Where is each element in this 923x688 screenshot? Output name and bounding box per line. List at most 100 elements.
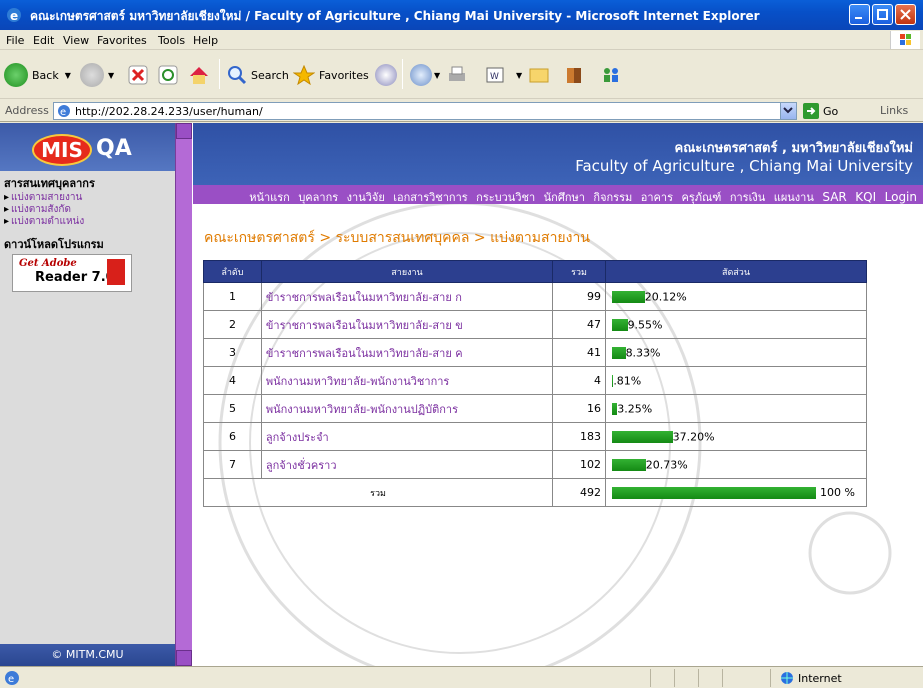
- cell-no: 6: [203, 422, 262, 451]
- favorites-button[interactable]: Favorites: [293, 60, 369, 90]
- security-zone: Internet: [780, 671, 842, 685]
- page-content: MIS QA สารสนเทศบุคลากร แบ่งตามสายงาน แบ่…: [0, 123, 923, 666]
- nav-activities[interactable]: กิจกรรม: [593, 191, 632, 204]
- cell-line-link[interactable]: ข้าราชการพลเรือนในมหาวิทยาลัย-สาย ก: [260, 282, 554, 311]
- cell-count: 16: [552, 394, 606, 423]
- nav-students[interactable]: นักศึกษา: [544, 191, 585, 204]
- col-header-no: ลำดับ: [203, 260, 262, 283]
- history-button[interactable]: [375, 60, 397, 90]
- address-dropdown-button[interactable]: [780, 103, 796, 119]
- nav-finance[interactable]: การเงิน: [730, 191, 765, 204]
- cell-ratio: .81%: [605, 366, 867, 395]
- cell-line-link[interactable]: ข้าราชการพลเรือนในมหาวิทยาลัย-สาย ค: [260, 338, 554, 367]
- ratio-bar: [612, 430, 673, 443]
- nav-documents[interactable]: เอกสารวิชาการ: [393, 191, 467, 204]
- menu-edit[interactable]: Edit: [33, 34, 54, 47]
- svg-text:e: e: [10, 9, 18, 23]
- print-button[interactable]: [446, 60, 468, 90]
- nav-plan[interactable]: แผนงาน: [774, 191, 814, 204]
- sidebar-link-by-position[interactable]: แบ่งตามตำแหน่ง: [4, 214, 84, 229]
- table-total-row: รวม 492 100 %: [202, 478, 867, 507]
- nav-personnel[interactable]: บุคลากร: [298, 191, 338, 204]
- ratio-label: 8.33%: [625, 346, 661, 360]
- cell-line-link[interactable]: พนักงานมหาวิทยาลัย-พนักงานวิชาการ: [260, 366, 554, 395]
- close-button[interactable]: [895, 4, 916, 25]
- ratio-label: 20.73%: [645, 458, 688, 472]
- col-header-total: รวม: [552, 260, 606, 283]
- nav-home[interactable]: หน้าแรก: [249, 191, 290, 204]
- address-bar: Address e http://202.28.24.233/user/huma…: [0, 100, 923, 122]
- cell-no: 7: [203, 450, 262, 479]
- menu-file[interactable]: File: [6, 34, 24, 47]
- cell-no: 5: [203, 394, 262, 423]
- cell-line-link[interactable]: พนักงานมหาวิทยาลัย-พนักงานปฏิบัติการ: [260, 394, 554, 423]
- home-icon: [190, 67, 208, 84]
- cell-line-link[interactable]: ลูกจ้างประจำ: [260, 422, 554, 451]
- minimize-button[interactable]: [849, 4, 870, 25]
- table-row: 2 ข้าราชการพลเรือนในมหาวิทยาลัย-สาย ข 47 9.…: [203, 310, 867, 339]
- window-title: คณะเกษตรศาสตร์ มหาวิทยาลัยเชียงใหม่ / Fa…: [30, 9, 760, 23]
- nav-login[interactable]: Login: [885, 190, 917, 204]
- ratio-label: 100 %: [820, 486, 855, 500]
- address-input[interactable]: e http://202.28.24.233/user/human/: [53, 102, 797, 120]
- menu-favorites[interactable]: Favorites: [97, 34, 147, 47]
- search-button[interactable]: Search: [227, 60, 289, 90]
- adobe-reader-text: Reader 7.0: [35, 270, 115, 285]
- mail-icon: [410, 64, 432, 86]
- total-label: รวม: [202, 478, 554, 507]
- ratio-bar: [612, 458, 646, 471]
- window-titlebar: e คณะเกษตรศาสตร์ มหาวิทยาลัยเชียงใหม่ / …: [0, 0, 923, 30]
- banner-english-title: Faculty of Agriculture , Chiang Mai Univ…: [575, 157, 913, 175]
- section-heading-download: ดาวน์โหลดโปรแกรม: [4, 238, 104, 251]
- menu-view[interactable]: View: [63, 34, 89, 47]
- scroll-down-button[interactable]: [176, 650, 192, 666]
- stop-button[interactable]: [128, 60, 148, 90]
- mail-button[interactable]: ▼: [410, 60, 440, 90]
- refresh-button[interactable]: [158, 60, 178, 90]
- cell-line-link[interactable]: ลูกจ้างชั่วคราว: [260, 450, 554, 479]
- go-label: Go: [823, 104, 839, 118]
- discuss-button[interactable]: [528, 60, 550, 90]
- menu-help[interactable]: Help: [193, 34, 218, 47]
- nav-buildings[interactable]: อาคาร: [641, 191, 673, 204]
- go-arrow-icon: [803, 103, 819, 119]
- nav-kqi[interactable]: KQI: [855, 190, 876, 204]
- adobe-icon: [107, 259, 125, 285]
- cell-line-link[interactable]: ข้าราชการพลเรือนในมหาวิทยาลัย-สาย ข: [260, 310, 554, 339]
- scroll-up-button[interactable]: [176, 123, 192, 139]
- adobe-reader-badge[interactable]: Get Adobe Reader 7.0: [12, 254, 132, 292]
- windows-logo-icon: [890, 31, 920, 49]
- sidebar-scrollbar[interactable]: [175, 123, 192, 666]
- word-edit-icon: W: [486, 67, 504, 83]
- messenger-button[interactable]: [600, 60, 622, 90]
- table-row: 6 ลูกจ้างประจำ 183 37.20%: [203, 422, 867, 451]
- ie-icon: e: [7, 8, 21, 23]
- maximize-button[interactable]: [872, 4, 893, 25]
- back-button[interactable]: Back ▼: [4, 60, 71, 90]
- cell-ratio: 3.25%: [605, 394, 867, 423]
- ratio-bar: [612, 346, 626, 359]
- ratio-label: 37.20%: [672, 430, 715, 444]
- links-button[interactable]: Links: [880, 104, 908, 117]
- nav-equipment[interactable]: ครุภัณฑ์: [681, 191, 721, 204]
- research-button[interactable]: [564, 60, 586, 90]
- forward-arrow-icon: [80, 63, 104, 87]
- discuss-icon: [529, 68, 549, 83]
- cell-ratio: 20.12%: [605, 282, 867, 311]
- nav-sar[interactable]: SAR: [822, 190, 846, 204]
- star-icon: [293, 65, 315, 85]
- search-icon: [228, 66, 247, 85]
- table-row: 5 พนักงานมหาวิทยาลัย-พนักงานปฏิบัติการ 16 3…: [203, 394, 867, 423]
- cell-ratio: 9.55%: [605, 310, 867, 339]
- banner-thai-title: คณะเกษตรศาสตร์ , มหาวิทยาลัยเชียงใหม่: [674, 141, 913, 156]
- cell-no: 2: [203, 310, 262, 339]
- go-button[interactable]: Go: [803, 103, 838, 119]
- forward-button[interactable]: ▼: [80, 60, 114, 90]
- nav-courses[interactable]: กระบวนวิชา: [476, 191, 535, 204]
- svg-text:e: e: [8, 674, 14, 685]
- edit-button[interactable]: W ▼: [484, 60, 522, 90]
- menu-tools[interactable]: Tools: [158, 34, 185, 47]
- nav-research[interactable]: งานวิจัย: [347, 191, 385, 204]
- ratio-bar: [612, 318, 628, 331]
- home-button[interactable]: [188, 60, 210, 90]
